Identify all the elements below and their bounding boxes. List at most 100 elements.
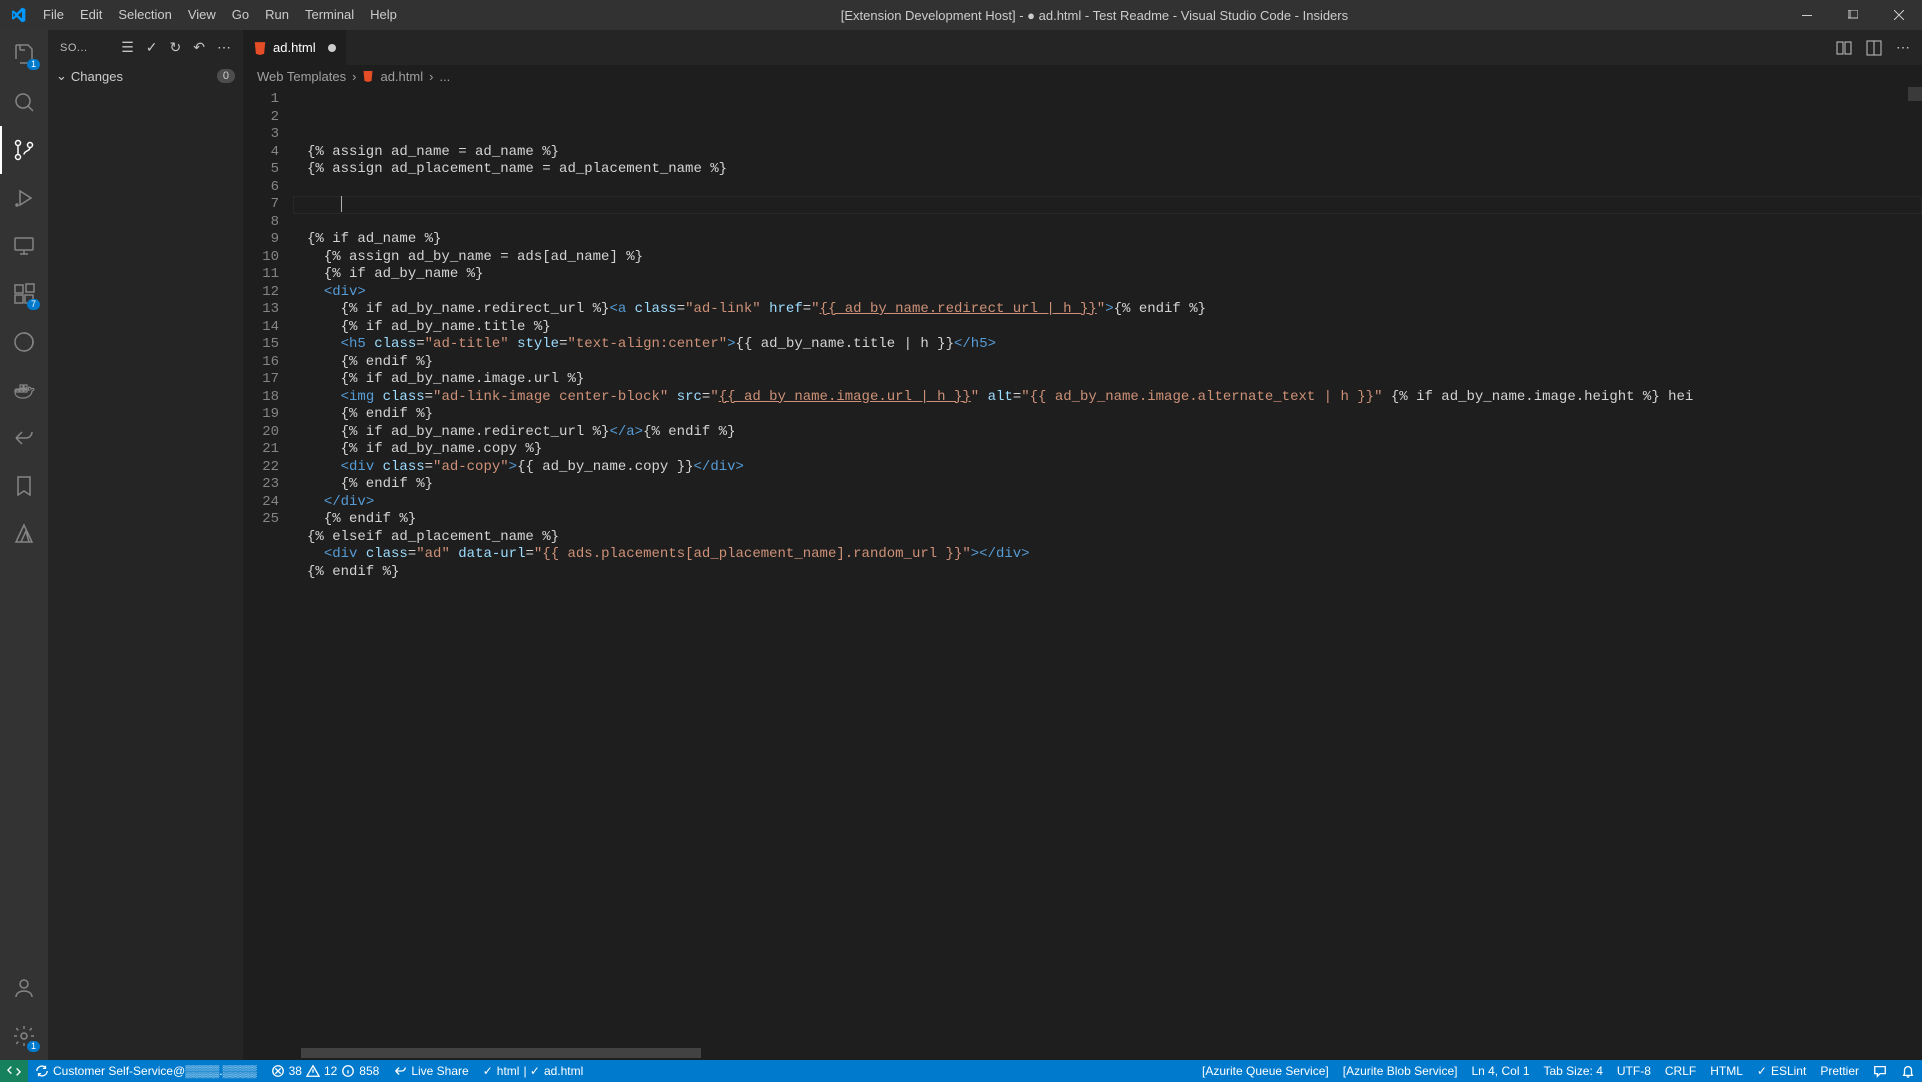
menu-go[interactable]: Go xyxy=(224,0,257,30)
live-share-status[interactable]: Live Share xyxy=(386,1060,475,1082)
view-as-tree-icon[interactable]: ☰ xyxy=(121,39,134,56)
line-number: 12 xyxy=(243,284,279,302)
code-line[interactable]: {% endif %} xyxy=(293,511,1922,529)
code-editor[interactable]: 1234567891011121314151617181920212223242… xyxy=(243,87,1922,1060)
prettier-status[interactable]: Prettier xyxy=(1813,1060,1866,1082)
search-tab[interactable] xyxy=(0,78,48,126)
line-number: 18 xyxy=(243,389,279,407)
eol-status[interactable]: CRLF xyxy=(1658,1060,1703,1082)
menu-edit[interactable]: Edit xyxy=(72,0,110,30)
breadcrumb-folder[interactable]: Web Templates xyxy=(257,69,346,84)
code-content[interactable]: {% assign ad_name = ad_name %}{% assign … xyxy=(293,87,1922,1060)
azure-tab[interactable] xyxy=(0,510,48,558)
more-editor-actions-icon[interactable]: ⋯ xyxy=(1896,39,1910,56)
menu-file[interactable]: File xyxy=(35,0,72,30)
power-platform-tab[interactable] xyxy=(0,318,48,366)
code-line[interactable]: {% if ad_by_name.copy %} xyxy=(293,441,1922,459)
breadcrumb-symbol[interactable]: ... xyxy=(439,69,450,84)
code-line[interactable]: <div class="ad-copy">{{ ad_by_name.copy … xyxy=(293,459,1922,477)
code-line[interactable]: {% elseif ad_placement_name %} xyxy=(293,529,1922,547)
tab-ad-html[interactable]: ad.html xyxy=(243,30,347,65)
line-number: 8 xyxy=(243,214,279,232)
code-line[interactable]: {% assign ad_name = ad_name %} xyxy=(293,144,1922,162)
menu-bar: FileEditSelectionViewGoRunTerminalHelp xyxy=(35,0,405,30)
chevron-down-icon: ⌄ xyxy=(56,68,67,84)
menu-terminal[interactable]: Terminal xyxy=(297,0,362,30)
compare-changes-icon[interactable] xyxy=(1836,40,1852,56)
code-line[interactable]: {% if ad_by_name %} xyxy=(293,266,1922,284)
feedback-icon[interactable] xyxy=(1866,1060,1894,1082)
undo-icon[interactable]: ↶ xyxy=(193,39,205,56)
live-share-tab[interactable] xyxy=(0,414,48,462)
menu-run[interactable]: Run xyxy=(257,0,297,30)
code-line[interactable]: <div> xyxy=(293,284,1922,302)
html-file-icon xyxy=(362,70,374,82)
horizontal-scrollbar[interactable] xyxy=(301,1048,701,1058)
source-control-tab[interactable] xyxy=(0,126,48,174)
language-mode[interactable]: HTML xyxy=(1703,1060,1750,1082)
azurite-queue-status[interactable]: [Azurite Queue Service] xyxy=(1195,1060,1336,1082)
code-line[interactable]: {% endif %} xyxy=(293,406,1922,424)
dirty-indicator-icon xyxy=(328,44,336,52)
code-line[interactable]: </div> xyxy=(293,494,1922,512)
indentation-status[interactable]: Tab Size: 4 xyxy=(1537,1060,1610,1082)
remote-explorer-tab[interactable] xyxy=(0,222,48,270)
minimap-slider[interactable] xyxy=(1908,87,1922,101)
remote-indicator[interactable] xyxy=(0,1060,28,1082)
changes-section[interactable]: ⌄ Changes 0 xyxy=(48,65,243,87)
language-status[interactable]: ✓ html | ✓ ad.html xyxy=(476,1060,591,1082)
accounts-button[interactable] xyxy=(0,964,48,1012)
notifications-icon[interactable] xyxy=(1894,1060,1922,1082)
menu-selection[interactable]: Selection xyxy=(110,0,179,30)
code-line[interactable]: {% assign ad_by_name = ads[ad_name] %} xyxy=(293,249,1922,267)
refresh-icon[interactable]: ↻ xyxy=(170,39,182,56)
cursor-position[interactable]: Ln 4, Col 1 xyxy=(1464,1060,1536,1082)
split-editor-icon[interactable] xyxy=(1866,40,1882,56)
code-line[interactable]: {% endif %} xyxy=(293,354,1922,372)
code-line[interactable]: {% if ad_name %} xyxy=(293,231,1922,249)
activity-bar: 1 7 xyxy=(0,30,48,1060)
line-number: 16 xyxy=(243,354,279,372)
code-line[interactable]: {% if ad_by_name.redirect_url %}</a>{% e… xyxy=(293,424,1922,442)
line-number: 11 xyxy=(243,266,279,284)
status-bar: Customer Self-Service@▒▒▒▒.▒▒▒▒ 38 12 85… xyxy=(0,1060,1922,1082)
breadcrumbs[interactable]: Web Templates › ad.html › ... xyxy=(243,65,1922,87)
code-line[interactable]: <div class="ad" data-url="{{ ads.placeme… xyxy=(293,546,1922,564)
code-line[interactable]: {% assign ad_placement_name = ad_placeme… xyxy=(293,161,1922,179)
bookmarks-tab[interactable] xyxy=(0,462,48,510)
extensions-tab[interactable]: 7 xyxy=(0,270,48,318)
commit-icon[interactable]: ✓ xyxy=(146,39,158,56)
explorer-tab[interactable]: 1 xyxy=(0,30,48,78)
vscode-logo-icon xyxy=(0,7,35,23)
problems-status[interactable]: 38 12 858 xyxy=(264,1060,387,1082)
minimize-button[interactable] xyxy=(1784,0,1830,30)
code-line[interactable]: {% if ad_by_name.image.url %} xyxy=(293,371,1922,389)
sidebar-header: SO... ☰ ✓ ↻ ↶ ⋯ xyxy=(48,30,243,65)
menu-view[interactable]: View xyxy=(180,0,224,30)
code-line[interactable]: <img class="ad-link-image center-block" … xyxy=(293,389,1922,407)
sync-status[interactable]: Customer Self-Service@▒▒▒▒.▒▒▒▒ xyxy=(28,1060,264,1082)
line-number: 25 xyxy=(243,511,279,529)
breadcrumb-file[interactable]: ad.html xyxy=(380,69,423,84)
more-actions-icon[interactable]: ⋯ xyxy=(217,39,231,56)
code-line[interactable]: <h5 class="ad-title" style="text-align:c… xyxy=(293,336,1922,354)
menu-help[interactable]: Help xyxy=(362,0,405,30)
code-line[interactable]: {% endif %} xyxy=(293,476,1922,494)
html-file-icon xyxy=(253,41,267,55)
maximize-button[interactable] xyxy=(1830,0,1876,30)
settings-button[interactable]: 1 xyxy=(0,1012,48,1060)
code-line[interactable]: {% endif %} xyxy=(293,564,1922,582)
eslint-status[interactable]: ✓ ESLint xyxy=(1750,1060,1813,1082)
run-debug-tab[interactable] xyxy=(0,174,48,222)
code-line[interactable] xyxy=(293,196,1922,214)
code-line[interactable]: {% if ad_by_name.redirect_url %}<a class… xyxy=(293,301,1922,319)
code-line[interactable]: {% if ad_by_name.title %} xyxy=(293,319,1922,337)
close-button[interactable] xyxy=(1876,0,1922,30)
docker-tab[interactable] xyxy=(0,366,48,414)
tab-label: ad.html xyxy=(273,40,316,55)
code-line[interactable] xyxy=(293,179,1922,197)
line-number: 19 xyxy=(243,406,279,424)
azurite-blob-status[interactable]: [Azurite Blob Service] xyxy=(1336,1060,1465,1082)
code-line[interactable] xyxy=(293,214,1922,232)
encoding-status[interactable]: UTF-8 xyxy=(1610,1060,1658,1082)
